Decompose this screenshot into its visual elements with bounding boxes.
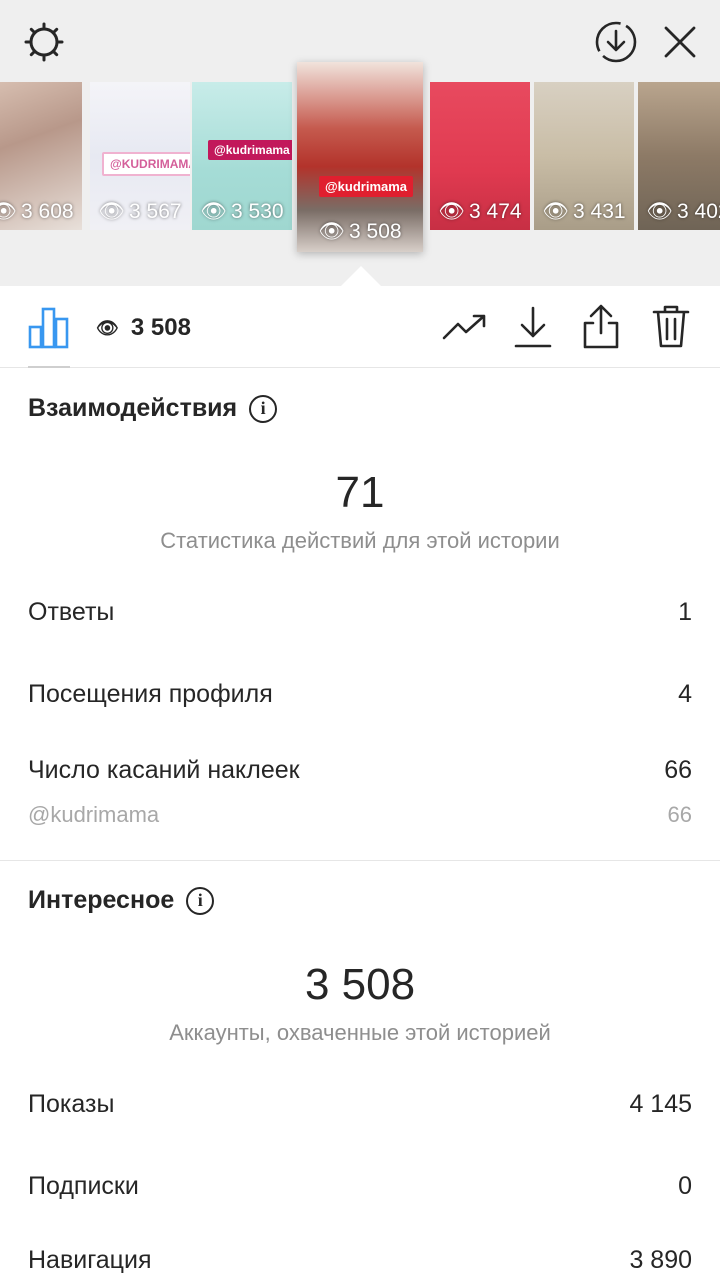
eye-icon: 👁 bbox=[438, 200, 466, 223]
download-all-button[interactable] bbox=[588, 14, 644, 70]
insights-toolbar: 👁 3 508 bbox=[0, 286, 720, 368]
views-count: 👁 3 508 bbox=[96, 308, 191, 348]
sticker-value: 66 bbox=[667, 802, 692, 827]
tab-underline bbox=[28, 366, 70, 368]
settings-button[interactable] bbox=[16, 14, 72, 70]
download-icon bbox=[514, 306, 552, 348]
close-button[interactable] bbox=[652, 14, 708, 70]
row-label: Число касаний наклеек bbox=[28, 755, 300, 784]
story-thumbnail[interactable]: 👁 3 608 bbox=[0, 82, 82, 230]
trash-icon bbox=[652, 305, 690, 348]
share-icon bbox=[583, 304, 619, 349]
story-views: 👁3 402 bbox=[646, 200, 720, 223]
eye-icon: 👁 bbox=[318, 220, 346, 243]
story-sticker: @kudrimama bbox=[319, 176, 414, 197]
interactions-row-profile-visits: Посещения профиля 4 bbox=[28, 676, 692, 712]
story-sticker: @KUDRIMAMA bbox=[102, 152, 190, 176]
story-views: 👁 3 608 bbox=[0, 200, 82, 224]
story-views: 👁 3 474 bbox=[438, 200, 522, 223]
delete-button[interactable] bbox=[646, 298, 696, 354]
row-label: Ответы bbox=[28, 597, 115, 626]
section-divider bbox=[0, 860, 720, 861]
share-button[interactable] bbox=[576, 298, 626, 354]
story-thumbnail[interactable]: 👁3 402 bbox=[638, 82, 720, 230]
discovery-row-impressions: Показы 4 145 bbox=[28, 1086, 692, 1122]
eye-icon: 👁 bbox=[0, 200, 18, 223]
row-label: Показы bbox=[28, 1089, 115, 1118]
interactions-caption: Статистика действий для этой истории bbox=[160, 528, 560, 553]
story-thumbnail[interactable]: 👁 3 474 bbox=[430, 82, 530, 230]
discovery-title: Интересное bbox=[28, 886, 175, 914]
stories-header: 👁 3 608 @KUDRIMAMA 👁 3 567 @kudrimama 👁 3 5… bbox=[0, 0, 720, 286]
discovery-row-navigation: Навигация 3 890 bbox=[28, 1242, 692, 1278]
interactions-total: 71 bbox=[335, 468, 385, 517]
sticker-detail-row: @kudrimama 66 bbox=[28, 798, 692, 832]
row-value: 3 890 bbox=[629, 1245, 692, 1274]
story-thumbnail[interactable]: @kudrimama 👁 3 530 bbox=[192, 82, 292, 230]
sticker-label: @kudrimama bbox=[28, 802, 160, 827]
stories-strip[interactable]: 👁 3 608 @KUDRIMAMA 👁 3 567 @kudrimama 👁 3 5… bbox=[0, 62, 720, 262]
eye-icon: 👁 bbox=[542, 200, 570, 223]
selected-story-pointer bbox=[341, 266, 381, 286]
close-icon bbox=[664, 26, 696, 58]
row-label: Навигация bbox=[28, 1245, 152, 1274]
row-value: 66 bbox=[664, 755, 692, 784]
gear-icon bbox=[24, 22, 64, 62]
trend-icon bbox=[442, 314, 486, 340]
story-views: 👁 3 567 bbox=[98, 200, 182, 223]
row-label: Посещения профиля bbox=[28, 679, 273, 708]
discovery-section-title: Интересное i bbox=[28, 886, 215, 915]
download-button[interactable] bbox=[508, 302, 558, 352]
story-views: 👁 3 530 bbox=[200, 200, 284, 223]
story-thumbnail-selected[interactable]: @kudrimama 👁 3 508 bbox=[297, 62, 423, 252]
row-value: 0 bbox=[678, 1171, 692, 1200]
story-views: 👁 3 508 bbox=[318, 220, 402, 243]
eye-icon: 👁 bbox=[200, 200, 228, 223]
bar-chart-icon bbox=[28, 307, 69, 349]
info-icon[interactable]: i bbox=[186, 886, 215, 915]
insights-tab[interactable] bbox=[22, 300, 76, 354]
story-sticker: @kudrimama bbox=[208, 140, 292, 160]
row-value: 1 bbox=[678, 597, 692, 626]
story-thumbnail[interactable]: @KUDRIMAMA 👁 3 567 bbox=[90, 82, 190, 230]
interactions-row-sticker-taps: Число касаний наклеек 66 bbox=[28, 752, 692, 788]
download-circle-icon bbox=[595, 21, 637, 63]
promote-button[interactable] bbox=[438, 302, 492, 352]
interactions-section-title: Взаимодействия i bbox=[28, 394, 278, 423]
discovery-row-follows: Подписки 0 bbox=[28, 1168, 692, 1204]
info-icon[interactable]: i bbox=[249, 394, 278, 423]
eye-icon: 👁 bbox=[98, 200, 126, 223]
row-value: 4 145 bbox=[629, 1089, 692, 1118]
eye-icon: 👁 bbox=[646, 200, 674, 223]
story-views: 👁 3 431 bbox=[542, 200, 626, 223]
views-count-value: 3 508 bbox=[130, 314, 191, 341]
row-label: Подписки bbox=[28, 1171, 139, 1200]
discovery-caption: Аккаунты, охваченные этой историей bbox=[169, 1020, 551, 1045]
interactions-row-replies: Ответы 1 bbox=[28, 594, 692, 630]
discovery-total: 3 508 bbox=[304, 960, 416, 1009]
story-thumbnail[interactable]: 👁 3 431 bbox=[534, 82, 634, 230]
eye-icon: 👁 bbox=[96, 317, 119, 338]
row-value: 4 bbox=[678, 679, 692, 708]
interactions-title: Взаимодействия bbox=[28, 394, 238, 422]
